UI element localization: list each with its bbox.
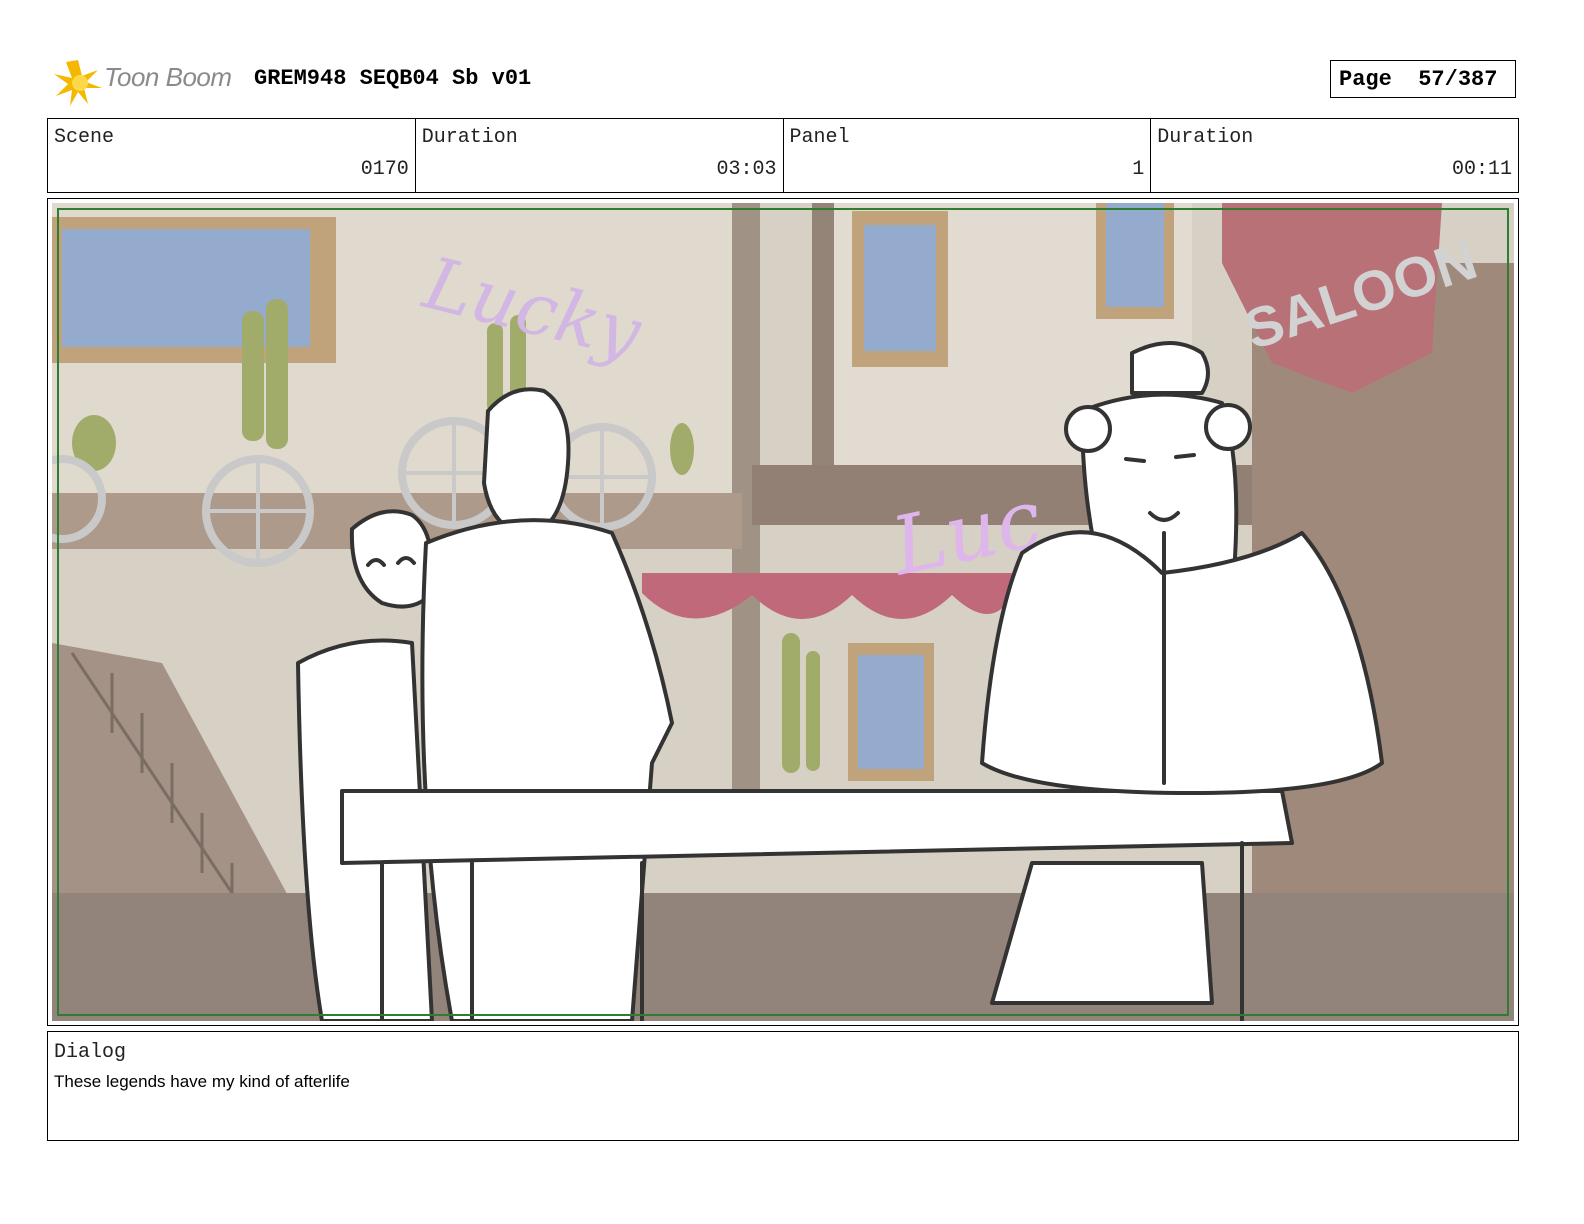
document-title: GREM948 SEQB04 Sb v01 — [254, 66, 532, 91]
storyboard-panel: SALOON Lucky Luc — [47, 198, 1519, 1026]
panel-artwork: SALOON Lucky Luc — [52, 203, 1514, 1021]
panel-value: 1 — [1132, 158, 1145, 181]
scene-label: Scene — [54, 126, 115, 149]
scene-info-table: Scene 0170 Duration 03:03 Panel 1 Durati… — [47, 118, 1519, 193]
toon-boom-logo: Toon Boom — [52, 56, 238, 108]
logo-wordmark: Toon Boom — [104, 62, 232, 92]
starburst-icon — [54, 60, 102, 106]
panel-label: Panel — [789, 126, 850, 149]
scene-duration-cell: Duration 03:03 — [416, 119, 784, 192]
scene-cell: Scene 0170 — [48, 119, 416, 192]
panel-duration-label: Duration — [1157, 126, 1254, 149]
dialog-box: Dialog These legends have my kind of aft… — [47, 1031, 1519, 1141]
panel-cell: Panel 1 — [784, 119, 1152, 192]
scene-duration-value: 03:03 — [716, 158, 777, 181]
panel-duration-value: 00:11 — [1451, 158, 1512, 181]
dialog-label: Dialog — [54, 1041, 127, 1064]
scene-value: 0170 — [360, 158, 409, 181]
dialog-text: These legends have my kind of afterlife — [54, 1072, 350, 1091]
scene-duration-label: Duration — [421, 126, 518, 149]
panel-duration-cell: Duration 00:11 — [1151, 119, 1518, 192]
page-number: 57/387 — [1418, 67, 1498, 92]
page-label: Page — [1339, 67, 1392, 92]
page-indicator: Page 57/387 — [1330, 60, 1516, 98]
